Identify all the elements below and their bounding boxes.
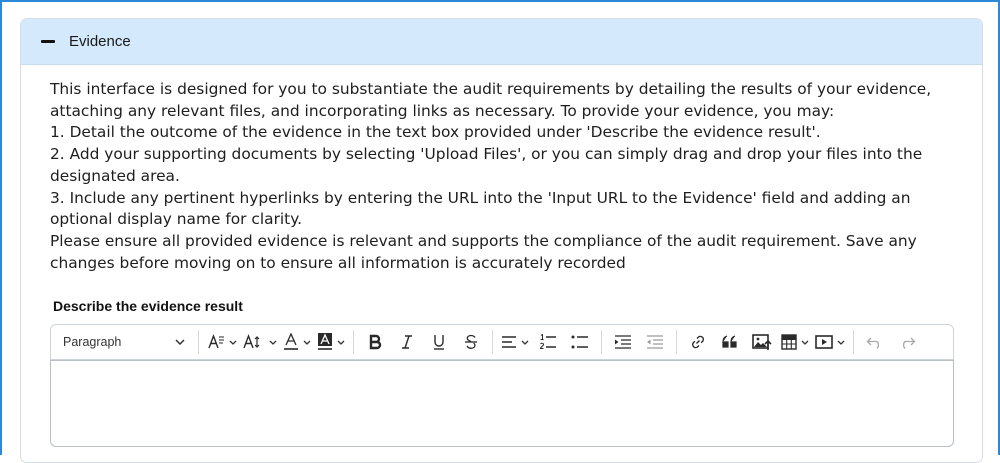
intro-line: 2. Add your supporting documents by sele… [50, 145, 923, 185]
evidence-frame: Evidence This interface is designed for … [0, 0, 1000, 463]
insert-media-button[interactable] [812, 329, 848, 355]
chevron-down-icon [521, 340, 529, 345]
bold-icon [369, 334, 382, 350]
intro-line: This interface is designed for you to su… [50, 80, 932, 120]
underline-icon [434, 334, 444, 350]
chevron-down-icon [801, 340, 809, 345]
highlight-button[interactable] [314, 329, 348, 355]
link-icon [692, 335, 704, 349]
italic-icon [402, 335, 412, 349]
outdent-icon [647, 335, 663, 349]
panel-header[interactable]: Evidence [21, 19, 982, 65]
chevron-down-icon [337, 340, 345, 345]
font-size-button[interactable] [204, 329, 240, 355]
outdent-button[interactable] [639, 329, 671, 355]
media-icon [815, 335, 833, 349]
blockquote-button[interactable] [714, 329, 746, 355]
toolbar-divider [198, 330, 199, 354]
insert-image-button[interactable] [746, 329, 778, 355]
bulleted-list-button[interactable] [564, 329, 596, 355]
underline-button[interactable] [423, 329, 455, 355]
text-height-button[interactable] [240, 329, 280, 355]
paragraph-format-select[interactable]: Paragraph [63, 335, 185, 349]
evidence-result-label: Describe the evidence result [53, 298, 243, 314]
indent-icon [615, 335, 631, 349]
toolbar-divider [492, 330, 493, 354]
undo-icon [866, 337, 880, 349]
chevron-down-icon [269, 340, 277, 345]
align-button[interactable] [498, 329, 532, 355]
chevron-down-icon [229, 340, 237, 345]
highlight-icon [318, 333, 332, 350]
link-button[interactable] [682, 329, 714, 355]
toolbar-divider [676, 330, 677, 354]
intro-line: Please ensure all provided evidence is r… [50, 231, 917, 272]
bulleted-list-icon [571, 335, 588, 349]
intro-line: 3. Include any pertinent hyperlinks by e… [50, 188, 911, 229]
chevron-down-icon [303, 340, 311, 345]
panel-title: Evidence [69, 33, 131, 50]
insert-table-button[interactable] [778, 329, 812, 355]
italic-button[interactable] [391, 329, 423, 355]
paragraph-format-value: Paragraph [63, 335, 122, 349]
redo-button[interactable] [891, 329, 923, 355]
bold-button[interactable] [359, 329, 391, 355]
evidence-panel: Evidence This interface is designed for … [20, 18, 983, 463]
toolbar-divider [853, 330, 854, 354]
intro-line: 1. Detail the outcome of the evidence in… [50, 123, 821, 142]
font-color-button[interactable] [280, 329, 314, 355]
indent-button[interactable] [607, 329, 639, 355]
numbered-list-button[interactable] [532, 329, 564, 355]
text-height-icon [243, 334, 260, 349]
align-icon [502, 336, 516, 348]
chevron-down-icon [175, 339, 185, 345]
toolbar-divider [353, 330, 354, 354]
redo-icon [902, 337, 916, 349]
font-size-icon [208, 334, 224, 349]
undo-button[interactable] [859, 329, 891, 355]
insert-image-icon [752, 334, 772, 350]
collapse-icon[interactable] [41, 40, 55, 43]
strikethrough-icon [465, 334, 477, 349]
editor-toolbar: Paragraph [50, 324, 954, 360]
evidence-result-editor[interactable] [50, 360, 954, 447]
quote-icon [722, 335, 737, 348]
strikethrough-button[interactable] [455, 329, 487, 355]
table-icon [781, 334, 797, 350]
font-color-icon [284, 333, 298, 350]
instructions-text: This interface is designed for you to su… [50, 79, 965, 274]
toolbar-divider [601, 330, 602, 354]
numbered-list-icon [539, 334, 556, 349]
chevron-down-icon [837, 340, 845, 345]
